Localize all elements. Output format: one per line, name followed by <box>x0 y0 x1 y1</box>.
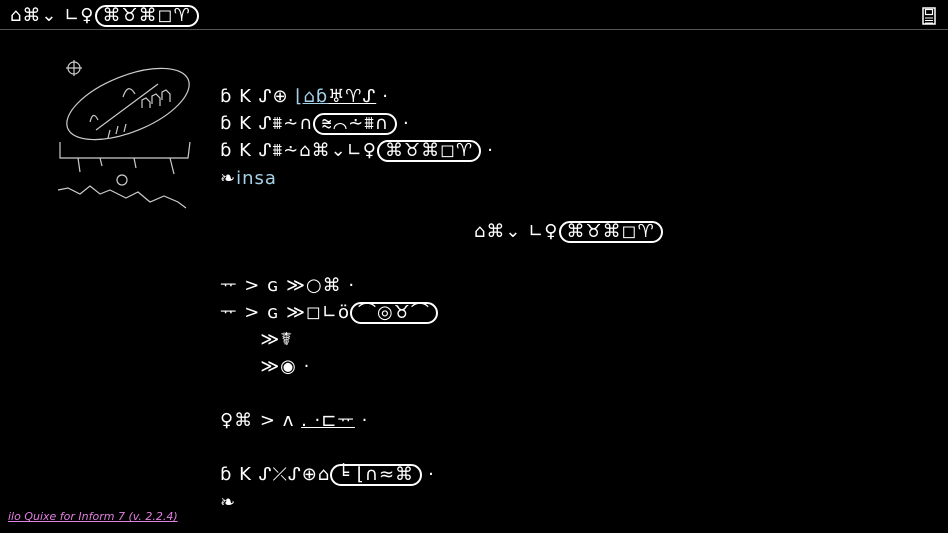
response-line-2-cartouche: ⌒◎♉⌒ <box>350 302 438 324</box>
scene-line-2-cartouche: ⩬⌒⩪⩩∩ <box>313 113 397 135</box>
response-line-6-text: ɓ K ᔑ⤫ᔑ⊕⌂ <box>220 464 331 485</box>
floppy-disk-icon[interactable] <box>922 7 936 29</box>
scene-description: ɓ K ᔑ⊕ ⌊⌂ɓ♅♈ᔑ · ɓ K ᔑ⩩⩪∩ ⩬⌒⩪⩩∩ · ɓ K ᔑ⩩⩪⌂⌘⌄… <box>220 56 494 164</box>
interpreter-credit-link[interactable]: ilo Quixe for Inform 7 (v. 2.2.4) <box>8 510 178 523</box>
room-title-cartouche: ⌘♉⌘◻♈ <box>94 5 199 27</box>
place-link[interactable]: ⌊⌂ɓ <box>295 86 328 107</box>
scene-line-3-text: ɓ K ᔑ⩩⩪⌂⌘⌄∟♀ <box>220 140 377 161</box>
centered-heading-cartouche: ⌘♉⌘◻♈ <box>558 221 663 243</box>
response-line-6-period: · <box>428 464 435 485</box>
response-line-4: ≫◉ · <box>220 356 311 377</box>
status-line: ❧insa <box>220 165 277 192</box>
fleuron-icon: ❧ <box>220 168 237 189</box>
status-word: insa <box>236 168 277 189</box>
response-text: ᅲ > ɢ ≫○⌘ · ᅲ > ɢ ≫◻∟ö ⌒◎♉⌒ ≫☤ ≫◉ · ♀⌘ > … <box>220 245 438 488</box>
response-line-5: ♀⌘ > ʌ . ·⊏ᅲ · <box>220 410 368 431</box>
response-line-3: ≫☤ <box>220 329 294 350</box>
room-title-text: ⌂⌘⌄ ∟♀ <box>10 5 95 26</box>
scene-line-3-period: · <box>487 140 494 161</box>
scene-line-3-cartouche: ⌘♉⌘◻♈ <box>376 140 482 162</box>
scene-line-1: ɓ K ᔑ⊕ ⌊⌂ɓ♅♈ᔑ · <box>220 86 389 107</box>
response-line-5-text: ♀⌘ > ʌ <box>220 410 302 431</box>
scene-line-2-text: ɓ K ᔑ⩩⩪∩ <box>220 113 314 134</box>
response-line-6-cartouche: ╘ ⌊∩≈⌘ <box>330 464 423 486</box>
room-title: ⌂⌘⌄ ∟♀ ⌘♉⌘◻♈ <box>10 5 199 27</box>
floating-island-illustration <box>38 52 198 216</box>
scene-line-2-period: · <box>402 113 410 134</box>
scene-line-1-word: ♅♈ᔑ <box>328 86 377 107</box>
scene-line-1-period: · <box>382 86 389 107</box>
response-line-2: ᅲ > ɢ ≫◻∟ö ⌒◎♉⌒ <box>220 302 438 324</box>
centered-heading-text: ⌂⌘⌄ ∟♀ <box>474 221 559 242</box>
response-line-5-period: · <box>354 410 369 431</box>
response-line-1: ᅲ > ɢ ≫○⌘ · <box>220 275 356 296</box>
centered-heading: ⌂⌘⌄ ∟♀ ⌘♉⌘◻♈ <box>474 218 663 245</box>
title-bar: ⌂⌘⌄ ∟♀ ⌘♉⌘◻♈ <box>0 0 948 30</box>
scene-line-3: ɓ K ᔑ⩩⩪⌂⌘⌄∟♀ ⌘♉⌘◻♈ · <box>220 140 494 162</box>
response-line-5-link[interactable]: . ·⊏ᅲ <box>301 410 355 431</box>
scene-line-1-text: ɓ K ᔑ⊕ <box>220 86 296 107</box>
command-prompt[interactable]: ❧ <box>220 489 236 516</box>
response-line-2-text: ᅲ > ɢ ≫◻∟ö <box>220 302 351 323</box>
prompt-fleuron-icon: ❧ <box>220 492 237 513</box>
scene-line-2: ɓ K ᔑ⩩⩪∩ ⩬⌒⩪⩩∩ · <box>220 113 410 135</box>
response-line-6: ɓ K ᔑ⤫ᔑ⊕⌂ ╘ ⌊∩≈⌘ · <box>220 464 435 486</box>
